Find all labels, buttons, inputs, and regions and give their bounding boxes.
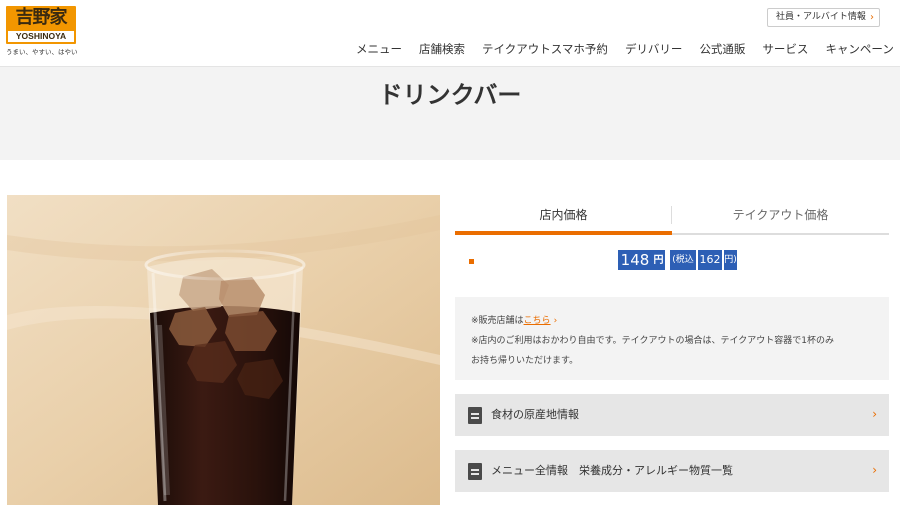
nav-item-takeout-reserve[interactable]: テイクアウトスマホ予約 [482, 41, 608, 57]
price-tax-label: (税込 [670, 250, 696, 270]
document-icon [468, 407, 482, 424]
chevron-right-icon: › [553, 316, 558, 326]
note-stores: ※販売店舗はこちら › [471, 311, 889, 331]
chevron-right-icon: › [872, 463, 877, 477]
nav-item-online-shop[interactable]: 公式通販 [699, 41, 745, 57]
nav-item-service[interactable]: サービス [762, 41, 808, 57]
note-stores-prefix: ※販売店舗は [471, 316, 524, 326]
tab-active-indicator [455, 231, 672, 235]
yoshinoya-logo[interactable]: 吉野家 YOSHINOYA うまい、やすい、はやい [6, 6, 78, 58]
origin-info-link[interactable]: 食材の原産地情報 › [455, 394, 889, 436]
price-tax-yen: 円) [724, 250, 737, 270]
recruit-info-label: 社員・アルバイト情報 [776, 12, 866, 22]
tab-underline [672, 233, 889, 235]
price-bullet-icon [469, 259, 474, 264]
logo-kanji: 吉野家 [15, 7, 68, 28]
logo-tagline: うまい、やすい、はやい [6, 48, 78, 56]
title-band: ドリンクバー [0, 67, 900, 160]
product-image [7, 195, 440, 505]
price-tabs: 店内価格 テイクアウト価格 [455, 199, 889, 237]
tab-takeout-price[interactable]: テイクアウト価格 [672, 199, 889, 231]
global-nav: メニュー 店舗検索 テイクアウトスマホ予約 デリバリー 公式通販 サービス キャ… [356, 41, 894, 57]
note-refill: ※店内のご利用はおかわり自由です。テイクアウトの場合は、テイクアウト容器で1杯の… [471, 336, 835, 346]
price-tax-value: 162 [698, 250, 722, 270]
price-value: 148 [618, 250, 652, 270]
site-header: 吉野家 YOSHINOYA うまい、やすい、はやい 社員・アルバイト情報 › メ… [0, 0, 900, 66]
logo-latin: YOSHINOYA [8, 31, 74, 42]
recruit-info-button[interactable]: 社員・アルバイト情報 › [767, 8, 880, 27]
nav-item-menu[interactable]: メニュー [356, 41, 402, 57]
tab-instore-price[interactable]: 店内価格 [455, 199, 672, 231]
document-icon [468, 463, 482, 480]
note-takeout: お持ち帰りいただけます。 [471, 356, 579, 366]
price-yen: 円 [652, 250, 665, 270]
iced-coffee-illustration [7, 195, 440, 505]
page-title: ドリンクバー [378, 81, 522, 109]
price-row: 148 円 (税込 162 円) [455, 250, 889, 272]
all-menu-info-link[interactable]: メニュー全情報 栄養成分・アレルギー物質一覧 › [455, 450, 889, 492]
chevron-right-icon: › [870, 12, 874, 23]
nav-item-delivery[interactable]: デリバリー [625, 41, 683, 57]
logo-badge: 吉野家 YOSHINOYA [6, 6, 76, 44]
all-menu-info-label: メニュー全情報 栄養成分・アレルギー物質一覧 [491, 464, 733, 477]
nav-item-campaign[interactable]: キャンペーン [825, 41, 893, 57]
notes-box: ※販売店舗はこちら › ※店内のご利用はおかわり自由です。テイクアウトの場合は、テ… [455, 297, 889, 380]
origin-info-label: 食材の原産地情報 [491, 408, 579, 421]
chevron-right-icon: › [872, 407, 877, 421]
stores-link[interactable]: こちら [524, 316, 551, 326]
nav-item-store-search[interactable]: 店舗検索 [419, 41, 465, 57]
